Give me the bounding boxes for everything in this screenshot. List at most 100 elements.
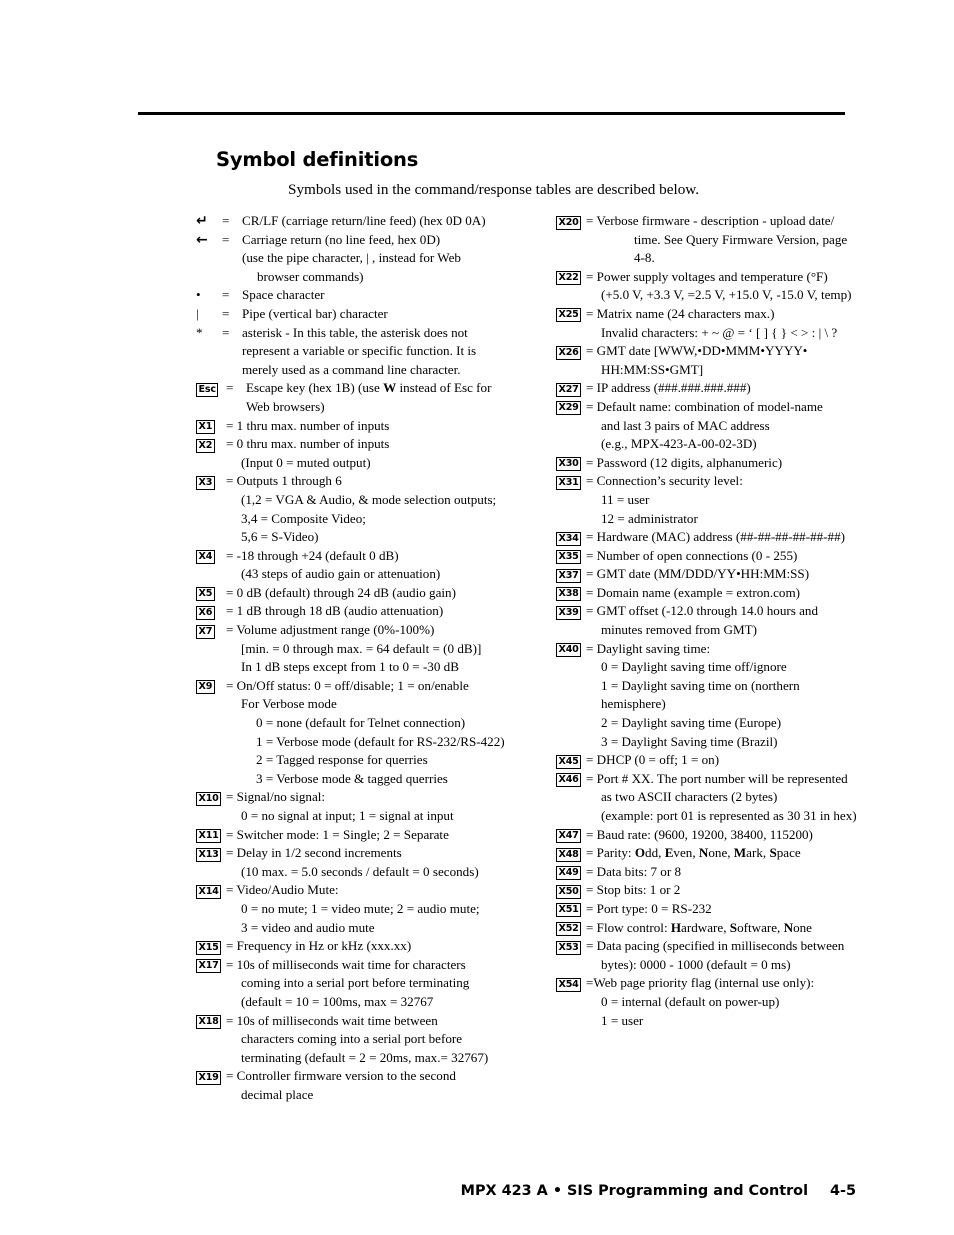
symbol-definition-text: = Data pacing (specified in milliseconds… — [586, 937, 861, 974]
equals-sign: = — [222, 231, 230, 247]
definition-line: = Data bits: 7 or 8 — [586, 863, 682, 879]
definition-line: characters coming into a serial port bef… — [241, 1031, 463, 1047]
symbol-marker-keybox: X1 — [196, 417, 226, 436]
definition-line: = Connection’s security level: — [586, 473, 743, 489]
definition-line: 2 = Daylight saving time (Europe) — [601, 715, 782, 731]
symbol-key-x15: X15 — [196, 940, 222, 955]
symbol-key-x35: X35 — [556, 550, 582, 565]
symbol-marker-keybox: X48 — [556, 844, 586, 863]
definition-line: = Parity: Odd, Even, None, Mark, Space — [586, 845, 801, 861]
symbol-definition-text: CR/LF (carriage return/line feed) (hex 0… — [242, 212, 541, 231]
definition-line: = Switcher mode: 1 = Single; 2 = Separat… — [226, 826, 449, 842]
definition-line: = Password (12 digits, alphanumeric) — [586, 454, 783, 470]
definition-line: (example: port 01 is represented as 30 3… — [601, 808, 857, 823]
symbol-definition-text: = 0 thru max. number of inputs (Input 0 =… — [226, 435, 541, 472]
definition-line: coming into a serial port before termina… — [241, 975, 470, 991]
symbol-marker-keybox: X39 — [556, 602, 586, 621]
symbol-marker-keybox: X3 — [196, 472, 226, 491]
symbol-marker-keybox: X6 — [196, 602, 226, 621]
equals-sign: = — [222, 305, 230, 321]
definition-line: as two ASCII characters (2 bytes) — [601, 789, 778, 805]
symbol-key-x52: X52 — [556, 922, 582, 937]
symbol-definition-text: = Frequency in Hz or kHz (xxx.xx) — [226, 937, 541, 956]
definition-line: = Baud rate: (9600, 19200, 38400, 115200… — [586, 826, 813, 842]
symbol-definition-row: X48 = Parity: Odd, Even, None, Mark, Spac… — [556, 844, 861, 863]
definition-line: = GMT offset (-12.0 through 14.0 hours a… — [586, 603, 819, 619]
symbol-definition-text: = Port type: 0 = RS-232 — [586, 900, 861, 919]
definition-line: Web browsers) — [246, 398, 325, 414]
symbol-key-x14: X14 — [196, 884, 222, 899]
symbol-key-x26: X26 — [556, 345, 582, 360]
symbol-definition-row: X30 = Password (12 digits, alphanumeric) — [556, 454, 861, 473]
symbol-definition-row: X20 = Verbose firmware - description - up… — [556, 212, 861, 268]
symbol-key-x45: X45 — [556, 754, 582, 769]
symbol-marker-keybox: X18 — [196, 1012, 226, 1031]
symbol-definition-row: X34 = Hardware (MAC) address (##-##-##-##… — [556, 528, 861, 547]
symbol-marker-keybox: X31 — [556, 472, 586, 491]
asterisk-icon: * — [196, 324, 203, 340]
symbol-definition-text: = GMT offset (-12.0 through 14.0 hours a… — [586, 602, 861, 639]
symbol-marker-keybox: X5 — [196, 584, 226, 603]
symbol-key-x51: X51 — [556, 903, 582, 918]
definition-line: 2 = Tagged response for querries — [256, 752, 428, 768]
symbol-marker-keybox: X7 — [196, 621, 226, 640]
symbol-key-x2: X2 — [196, 438, 215, 453]
definition-line: = Daylight saving time: — [586, 640, 711, 656]
symbol-marker-keybox: X35 — [556, 547, 586, 566]
symbol-marker-keybox: X37 — [556, 565, 586, 584]
symbol-key-x38: X38 — [556, 587, 582, 602]
symbol-key-x30: X30 — [556, 457, 582, 472]
symbol-marker-keybox: X50 — [556, 881, 586, 900]
symbol-definition-row: ↵ = CR/LF (carriage return/line feed) (hex… — [196, 212, 541, 231]
symbol-key-x31: X31 — [556, 475, 582, 490]
definition-line: = Signal/no signal: — [226, 789, 326, 805]
pipe-icon: | — [196, 305, 199, 321]
definition-line: 3 = video and audio mute — [241, 919, 375, 935]
definition-line: Pipe (vertical bar) character — [242, 305, 388, 321]
definition-line: asterisk - In this table, the asterisk d… — [242, 324, 468, 340]
symbol-key-x22: X22 — [556, 271, 582, 286]
definition-line: 0 = no signal at input; 1 = signal at in… — [241, 808, 454, 823]
symbol-key-x1: X1 — [196, 420, 215, 435]
footer-title: MPX 423 A • SIS Programming and Control — [460, 1183, 808, 1199]
symbol-definition-row: X54 =Web page priority flag (internal use… — [556, 974, 861, 1030]
symbol-marker-keybox: X52 — [556, 919, 586, 938]
symbol-definition-row: X19 = Controller firmware version to the … — [196, 1067, 541, 1104]
symbol-definition-row: X6 = 1 dB through 18 dB (audio attenuatio… — [196, 602, 541, 621]
symbol-definition-row: X15 = Frequency in Hz or kHz (xxx.xx) — [196, 937, 541, 956]
symbol-key-x25: X25 — [556, 308, 582, 323]
definition-line: 5,6 = S-Video) — [241, 529, 319, 545]
definition-line: 0 = internal (default on power-up) — [601, 993, 780, 1009]
definition-line: 3 = Verbose mode & tagged querries — [256, 770, 448, 786]
symbol-marker-keybox: X49 — [556, 863, 586, 882]
symbol-definition-text: = IP address (###.###.###.###) — [586, 379, 861, 398]
symbol-definition-text: = 10s of milliseconds wait time for char… — [226, 956, 541, 1012]
symbol-key-x5: X5 — [196, 587, 215, 602]
symbol-marker-keybox: X30 — [556, 454, 586, 473]
definition-line: (e.g., MPX-423-A-00-02-3D) — [601, 436, 757, 452]
symbol-key-x19: X19 — [196, 1070, 222, 1085]
symbol-definition-text: = Controller firmware version to the sec… — [226, 1067, 541, 1104]
equals-sign: = — [222, 324, 230, 340]
symbol-key-x54: X54 — [556, 977, 582, 992]
definition-line: (1,2 = VGA & Audio, & mode selection out… — [241, 491, 497, 507]
symbol-definition-row: X13 = Delay in 1/2 second increments (10 m… — [196, 844, 541, 881]
symbol-definition-row: X25 = Matrix name (24 characters max.) Inv… — [556, 305, 861, 342]
symbol-marker-keybox: X34 — [556, 528, 586, 547]
symbol-definition-row: X40 = Daylight saving time: 0 = Daylight s… — [556, 640, 861, 752]
symbol-marker-keybox: X47 — [556, 826, 586, 845]
symbol-key-x3: X3 — [196, 475, 215, 490]
symbol-marker-keybox: X13 — [196, 844, 226, 863]
symbol-key-x13: X13 — [196, 847, 222, 862]
symbol-definition-row: X52 = Flow control: Hardware, Software, N… — [556, 919, 861, 938]
definition-line: (use the pipe character, | , instead for… — [242, 250, 461, 266]
symbol-marker-glyph: ↵ — [196, 212, 222, 231]
symbol-definition-text: Space character — [242, 286, 541, 305]
definition-line: = Volume adjustment range (0%-100%) — [226, 622, 435, 638]
symbol-marker-keybox: X4 — [196, 547, 226, 566]
definition-line: = Default name: combination of model-nam… — [586, 398, 823, 414]
symbol-definition-row: X11 = Switcher mode: 1 = Single; 2 = Sepa… — [196, 826, 541, 845]
definition-line: = 10s of milliseconds wait time between — [226, 1012, 438, 1028]
definition-line: = Flow control: Hardware, Software, None — [586, 919, 812, 935]
definition-line: HH:MM:SS•GMT] — [601, 361, 704, 377]
